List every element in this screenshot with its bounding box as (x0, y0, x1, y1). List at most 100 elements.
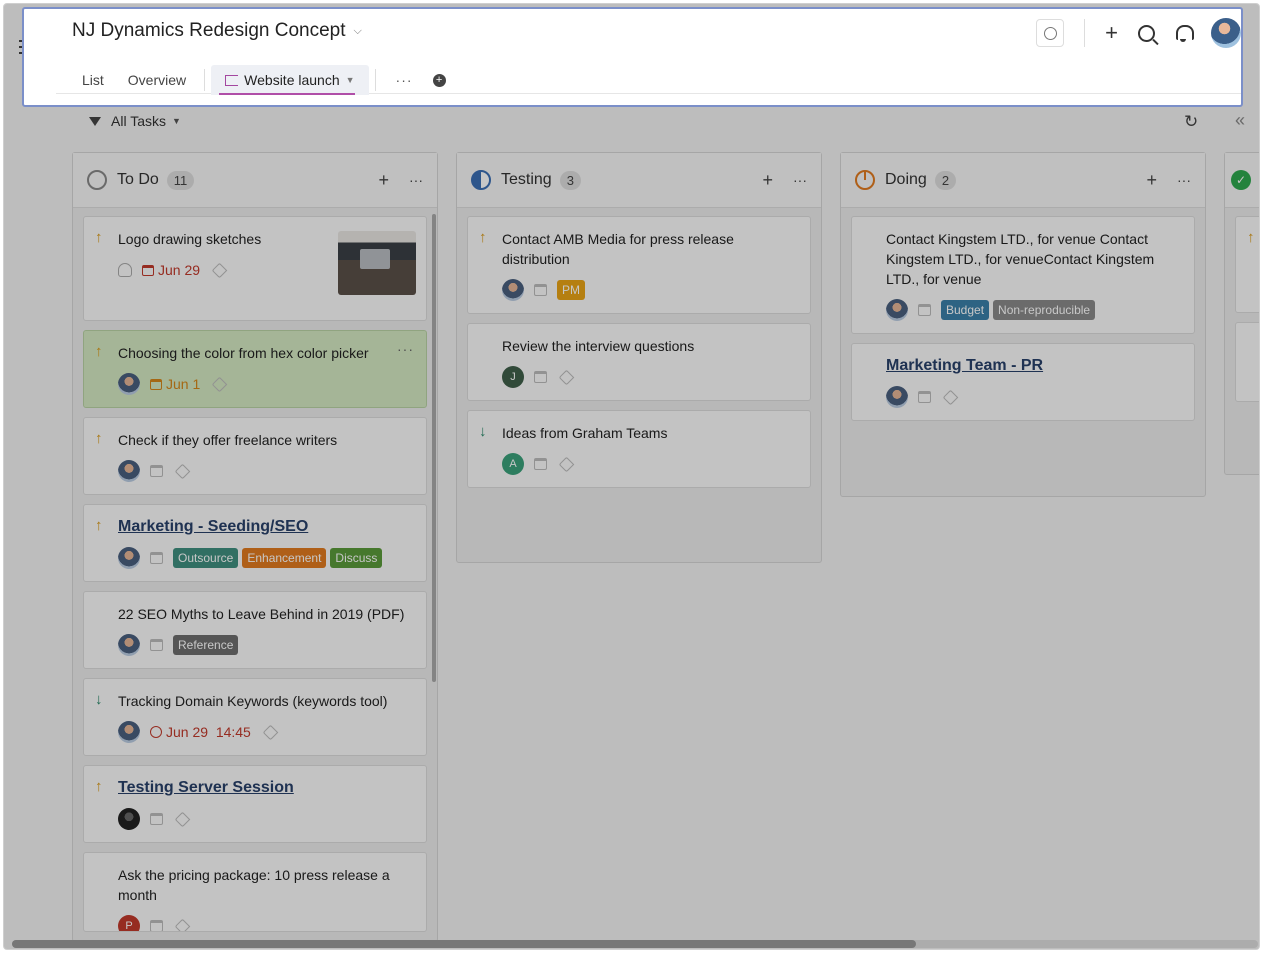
due-date[interactable]: Jun 29 14:45 (150, 724, 251, 740)
tag-icon[interactable] (174, 463, 191, 479)
task-card[interactable]: ↑ Contact AMB Media for press release di… (467, 216, 811, 314)
calendar-icon[interactable] (534, 284, 547, 296)
tag-icon[interactable] (211, 262, 228, 278)
refresh-icon[interactable]: ↻ (1184, 112, 1198, 132)
priority-high-icon: ↑ (479, 229, 487, 246)
add-task-icon[interactable]: + (762, 170, 773, 191)
notification-bell-icon[interactable] (1175, 24, 1194, 42)
calendar-icon[interactable] (150, 920, 163, 931)
calendar-icon[interactable] (918, 304, 931, 316)
tag-icon[interactable] (211, 376, 228, 392)
visibility-button[interactable] (1036, 19, 1065, 47)
calendar-icon (150, 378, 162, 390)
avatar[interactable] (118, 547, 140, 569)
task-card[interactable]: ↑ ··· Choosing the color from hex color … (83, 330, 427, 408)
search-icon[interactable] (1138, 24, 1155, 42)
task-title[interactable]: Testing Server Session (118, 778, 414, 798)
calendar-icon[interactable] (150, 639, 163, 651)
calendar-icon[interactable] (918, 391, 931, 403)
add-task-icon[interactable]: + (1146, 170, 1157, 191)
avatar[interactable] (118, 460, 140, 482)
tag-chip[interactable]: Outsource (173, 548, 239, 568)
horizontal-scrollbar[interactable] (12, 940, 916, 948)
tag-chip[interactable]: Discuss (330, 548, 383, 568)
column-scrollbar[interactable] (432, 214, 436, 682)
column-more-icon[interactable]: ··· (793, 172, 807, 188)
column-more-icon[interactable]: ··· (409, 172, 423, 188)
avatar[interactable] (886, 386, 908, 408)
assignee-placeholder-icon[interactable] (118, 263, 132, 277)
tag-chip[interactable]: PM (557, 280, 585, 300)
avatar[interactable] (118, 373, 140, 395)
task-thumbnail[interactable] (338, 231, 416, 295)
task-filter[interactable]: All Tasks ▼ (89, 113, 181, 129)
divider (204, 69, 206, 91)
avatar[interactable] (118, 634, 140, 656)
card-more-icon[interactable]: ··· (397, 341, 414, 357)
calendar-icon[interactable] (150, 465, 163, 477)
task-card[interactable]: 22 SEO Myths to Leave Behind in 2019 (PD… (83, 591, 427, 669)
tag-chip[interactable]: Non-reproducible (993, 300, 1096, 320)
column-header: Doing 2 + ··· (841, 153, 1205, 208)
chevron-down-icon: ⌵ (353, 24, 362, 37)
task-card[interactable]: ↑ Testing Server Session (83, 765, 427, 843)
task-card[interactable]: ↓ Ideas from Graham Teams A (467, 410, 811, 488)
add-task-icon[interactable]: + (378, 170, 389, 191)
user-avatar[interactable] (1211, 18, 1241, 48)
filter-label: All Tasks (111, 113, 166, 129)
task-card[interactable]: Contact Kingstem LTD., for venue Contact… (851, 216, 1195, 334)
avatar[interactable] (118, 808, 140, 830)
status-testing-icon (471, 170, 491, 190)
calendar-icon[interactable] (534, 371, 547, 383)
task-title[interactable]: Marketing Team - PR (886, 356, 1182, 376)
task-card[interactable]: ↑ Logo drawing sketches Jun 29 (83, 216, 427, 321)
task-card[interactable]: ↑ (1235, 216, 1259, 313)
column-count: 3 (559, 170, 581, 190)
divider (374, 69, 376, 91)
tab-list[interactable]: List (70, 65, 116, 95)
task-card[interactable]: Review the interview questions J (467, 323, 811, 401)
task-card[interactable]: Marketing Team - PR (851, 343, 1195, 421)
column-more-icon[interactable]: ··· (1177, 172, 1191, 188)
tag-icon[interactable] (174, 918, 191, 931)
task-card[interactable] (1235, 322, 1259, 402)
tag-chip[interactable]: Reference (173, 635, 239, 655)
avatar[interactable]: P (118, 915, 140, 931)
calendar-icon[interactable] (534, 458, 547, 470)
avatar[interactable] (502, 279, 524, 301)
more-tabs-icon[interactable]: ··· (382, 72, 427, 88)
tag-icon[interactable] (558, 456, 575, 472)
due-date[interactable]: Jun 29 (142, 262, 200, 278)
task-title[interactable]: Marketing - Seeding/SEO (118, 517, 414, 537)
tab-overview[interactable]: Overview (116, 65, 198, 95)
clock-icon (150, 726, 162, 738)
due-date[interactable]: Jun 1 (150, 376, 200, 392)
calendar-icon[interactable] (150, 813, 163, 825)
priority-high-icon: ↑ (95, 778, 103, 795)
add-icon[interactable]: + (1105, 22, 1118, 44)
tag-icon[interactable] (262, 724, 279, 740)
column-header: Testing 3 + ··· (457, 153, 821, 208)
avatar[interactable]: J (502, 366, 524, 388)
avatar[interactable]: A (502, 453, 524, 475)
tag-chip[interactable]: Enhancement (242, 548, 327, 568)
collapse-panel-icon[interactable]: « (1235, 110, 1245, 131)
tag-icon[interactable] (558, 369, 575, 385)
tag-icon[interactable] (942, 389, 959, 405)
add-view-icon[interactable]: + (432, 73, 446, 87)
priority-low-icon: ↓ (95, 691, 103, 708)
tab-website-launch[interactable]: Website launch ▼ (211, 65, 369, 95)
calendar-icon[interactable] (150, 552, 163, 564)
task-card[interactable]: ↓ Tracking Domain Keywords (keywords too… (83, 678, 427, 756)
task-card[interactable]: ↑ Marketing - Seeding/SEO Outsource Enha… (83, 504, 427, 582)
caret-down-icon[interactable]: ▼ (346, 65, 355, 95)
avatar[interactable] (886, 299, 908, 321)
project-title[interactable]: NJ Dynamics Redesign Concept ⌵ (72, 20, 362, 42)
tag-icon[interactable] (174, 811, 191, 827)
avatar[interactable] (118, 721, 140, 743)
task-card[interactable]: ↑ Check if they offer freelance writers (83, 417, 427, 495)
tag-chip[interactable]: Budget (941, 300, 990, 320)
board-icon (225, 74, 239, 86)
project-header: NJ Dynamics Redesign Concept ⌵ List Over… (22, 7, 1243, 107)
task-card[interactable]: Ask the pricing package: 10 press releas… (83, 852, 427, 932)
